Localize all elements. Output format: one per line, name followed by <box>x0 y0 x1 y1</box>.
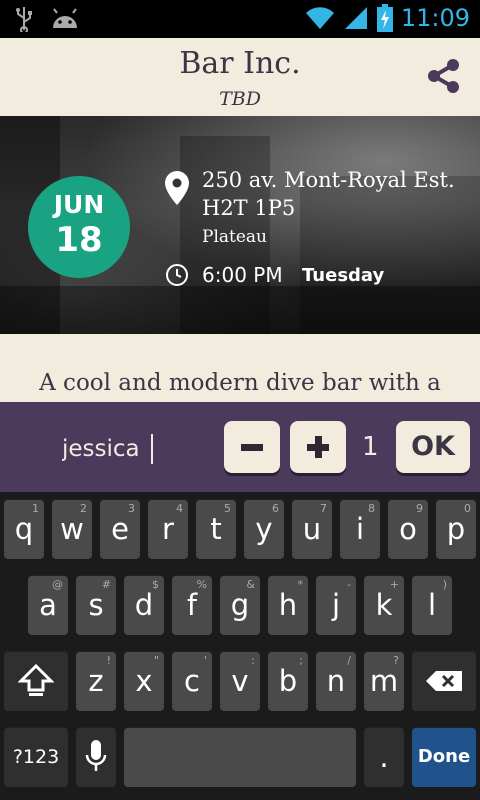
event-neighborhood: Plateau <box>202 227 267 247</box>
key-o[interactable]: o9 <box>388 499 428 559</box>
event-address-line2: H2T 1P5 <box>202 196 296 220</box>
key-p[interactable]: p0 <box>436 499 476 559</box>
key-b[interactable]: b; <box>268 651 308 711</box>
guest-count: 1 <box>362 432 379 462</box>
event-description-area: A cool and modern dive bar with a <box>0 334 480 402</box>
key-n[interactable]: n / <box>316 651 356 711</box>
share-icon[interactable] <box>424 56 464 96</box>
key-q[interactable]: q1 <box>4 499 44 559</box>
ok-button[interactable]: OK <box>396 421 470 473</box>
shift-key[interactable] <box>4 651 68 711</box>
event-date-day: 18 <box>55 220 103 260</box>
done-key[interactable]: Done <box>412 727 476 787</box>
key-f[interactable]: f% <box>172 575 212 635</box>
key-i[interactable]: i8 <box>340 499 380 559</box>
event-subtitle: TBD <box>219 88 261 110</box>
spacebar-key[interactable] <box>124 727 356 787</box>
key-t[interactable]: t5 <box>196 499 236 559</box>
increment-button[interactable] <box>290 421 346 473</box>
microphone-icon <box>85 740 107 771</box>
event-time: 6:00 PM <box>202 263 283 287</box>
event-header: Bar Inc. TBD <box>0 38 480 116</box>
key-g[interactable]: g & <box>220 575 260 635</box>
event-date-badge: JUN 18 <box>28 176 130 278</box>
event-address-line1: 250 av. Mont-Royal Est. <box>202 168 455 192</box>
event-description: A cool and modern dive bar with a <box>39 370 441 396</box>
key-y[interactable]: y6 <box>244 499 284 559</box>
event-weekday: Tuesday <box>302 265 385 286</box>
key-j[interactable]: j- <box>316 575 356 635</box>
key-z[interactable]: z! <box>76 651 116 711</box>
key-d[interactable]: d $ <box>124 575 164 635</box>
event-hero-image: JUN 18 250 av. Mont-Royal Est. H2T 1P5 P… <box>0 116 480 334</box>
clock-time: 11:09 <box>400 4 470 32</box>
wifi-icon <box>305 7 334 29</box>
key-k[interactable]: k + <box>364 575 404 635</box>
backspace-icon <box>426 671 462 691</box>
key-l[interactable]: l) <box>412 575 452 635</box>
key-s[interactable]: s # <box>76 575 116 635</box>
battery-charging-icon <box>376 4 393 32</box>
usb-icon <box>16 7 32 32</box>
backspace-key[interactable] <box>412 651 476 711</box>
status-bar: 11:09 <box>0 0 480 38</box>
location-pin-icon <box>165 171 189 205</box>
key-x[interactable]: x " <box>124 651 164 711</box>
key-u[interactable]: u7 <box>292 499 332 559</box>
clock-icon <box>166 264 188 286</box>
signal-icon <box>344 7 367 29</box>
symbols-key[interactable]: ?123 <box>4 727 68 787</box>
android-icon <box>53 8 77 28</box>
key-m[interactable]: m? <box>364 651 404 711</box>
key-w[interactable]: w2 <box>52 499 92 559</box>
voice-input-key[interactable] <box>76 727 116 787</box>
key-c[interactable]: c ' <box>172 651 212 711</box>
soft-keyboard: q1 w2 e3 r4 t5 y6 u7 i8 o9 p0 a @ s # d $ f… <box>0 492 480 800</box>
key-e[interactable]: e3 <box>100 499 140 559</box>
shift-arrow-icon <box>18 663 54 696</box>
name-input[interactable] <box>62 432 202 466</box>
text-cursor <box>151 434 153 464</box>
event-date-month: JUN <box>53 190 105 219</box>
period-key[interactable]: . <box>364 727 404 787</box>
key-r[interactable]: r4 <box>148 499 188 559</box>
decrement-button[interactable] <box>224 421 280 473</box>
event-title: Bar Inc. <box>179 46 301 81</box>
rsvp-bar: 1 OK <box>0 402 480 492</box>
key-a[interactable]: a @ <box>28 575 68 635</box>
key-v[interactable]: v: <box>220 651 260 711</box>
key-h[interactable]: h * <box>268 575 308 635</box>
